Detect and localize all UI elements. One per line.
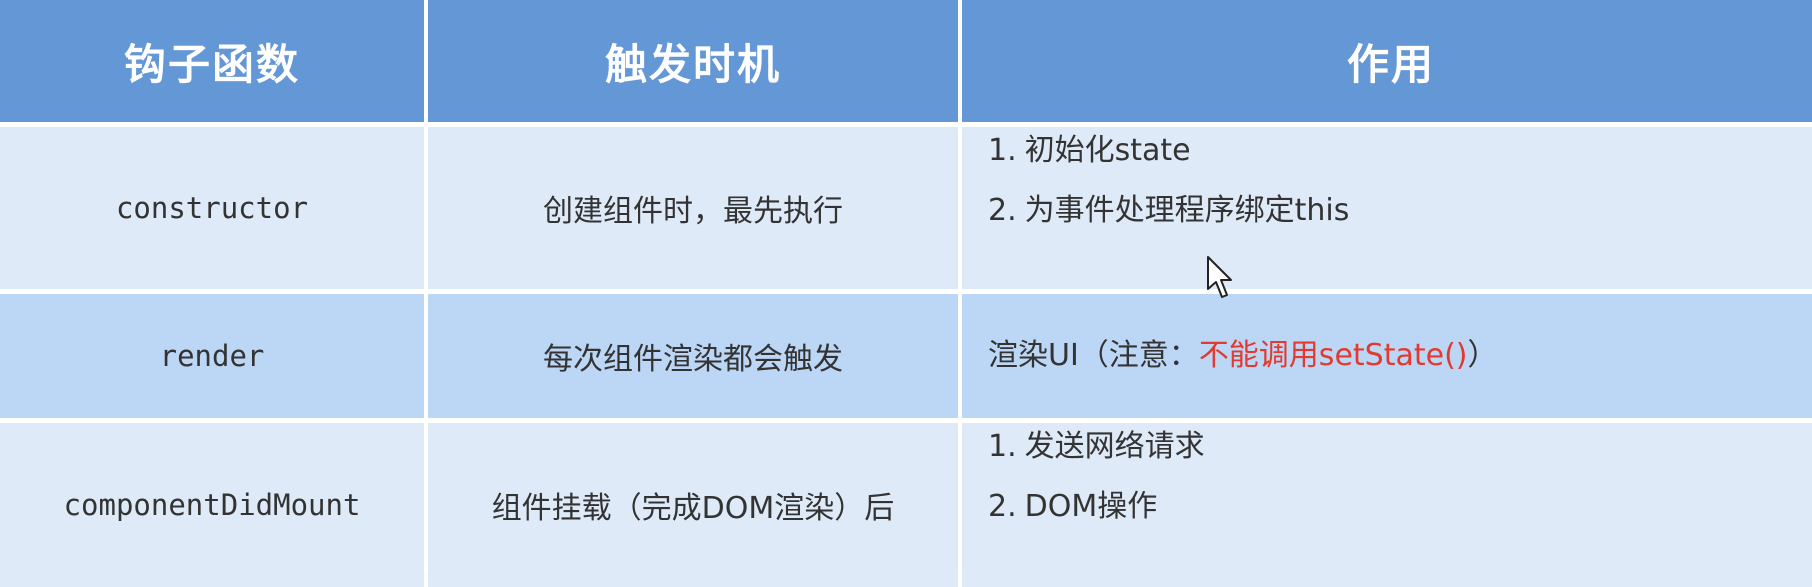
- effect-cell-componentdidmount: 1. 发送网络请求 2. DOM操作: [962, 423, 1812, 587]
- effect-suffix: ）: [1467, 338, 1498, 373]
- effect-item: 2. 为事件处理程序绑定this: [988, 187, 1349, 235]
- effect-item-number: 1.: [988, 429, 1017, 464]
- effect-item-number: 2.: [988, 489, 1017, 524]
- hook-cell-componentdidmount: componentDidMount: [0, 423, 424, 587]
- timing-text: 每次组件渲染都会触发: [543, 342, 843, 377]
- hook-cell-constructor: constructor: [0, 127, 424, 289]
- header-timing: 触发时机: [428, 0, 958, 122]
- effect-item-text: 初始化state: [1024, 133, 1191, 168]
- header-timing-label: 触发时机: [604, 39, 781, 89]
- timing-cell-componentdidmount: 组件挂载（完成DOM渲染）后: [428, 423, 958, 587]
- effect-item: 2. DOM操作: [988, 483, 1157, 531]
- effect-item-text: 为事件处理程序绑定this: [1024, 193, 1350, 228]
- header-hook: 钩子函数: [0, 0, 424, 122]
- hook-name: constructor: [115, 191, 309, 225]
- effect-item-number: 2.: [988, 193, 1017, 228]
- mouse-pointer-icon: [1207, 256, 1232, 298]
- timing-cell-constructor: 创建组件时，最先执行: [428, 127, 958, 289]
- hook-name: componentDidMount: [63, 488, 361, 522]
- effect-item: 渲染UI（注意： 不能调用setState() ）: [988, 332, 1497, 380]
- effect-warning: 不能调用setState(): [1198, 338, 1468, 373]
- timing-text: 创建组件时，最先执行: [543, 194, 843, 229]
- hook-cell-render: render: [0, 294, 424, 418]
- effect-item-text: DOM操作: [1024, 489, 1158, 524]
- effect-prefix: 渲染UI（注意：: [988, 338, 1199, 373]
- effect-item-text: 发送网络请求: [1024, 429, 1205, 464]
- hook-name: render: [159, 339, 265, 373]
- header-hook-label: 钩子函数: [123, 39, 300, 89]
- lifecycle-hooks-table: 钩子函数 触发时机 作用 constructor 创建组件时，最先执行 1. 初…: [0, 0, 1812, 587]
- effect-cell-render: 渲染UI（注意： 不能调用setState() ）: [962, 294, 1812, 418]
- effect-item: 1. 发送网络请求: [988, 423, 1205, 471]
- timing-cell-render: 每次组件渲染都会触发: [428, 294, 958, 418]
- header-effect-label: 作用: [1346, 39, 1435, 89]
- header-effect: 作用: [962, 0, 1812, 122]
- effect-item-number: 1.: [988, 133, 1017, 168]
- timing-text: 组件挂载（完成DOM渲染）后: [491, 491, 895, 526]
- effect-item: 1. 初始化state: [988, 127, 1191, 175]
- effect-cell-constructor: 1. 初始化state 2. 为事件处理程序绑定this: [962, 127, 1812, 289]
